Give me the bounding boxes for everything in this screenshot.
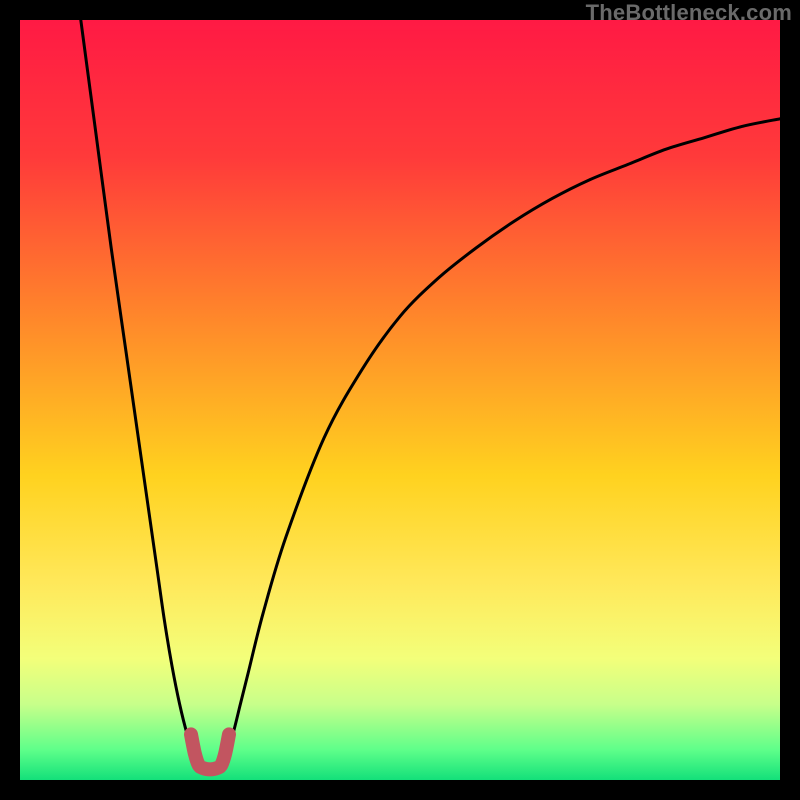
watermark-text: TheBottleneck.com (586, 0, 792, 26)
chart-plot-area (20, 20, 780, 780)
chart-svg (20, 20, 780, 780)
